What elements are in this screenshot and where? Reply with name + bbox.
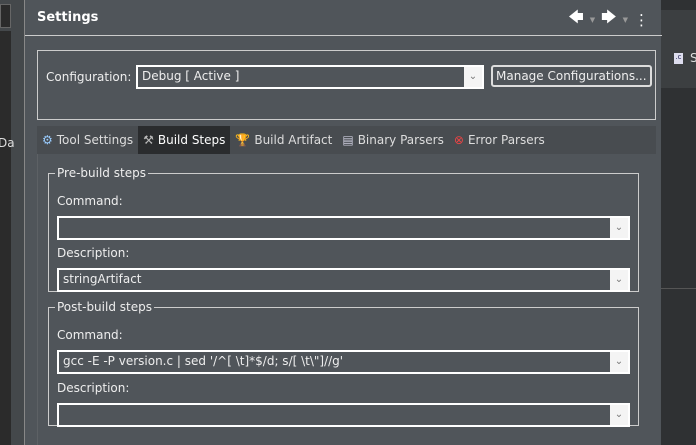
binary-file-icon: ▤: [342, 133, 354, 147]
chevron-down-icon[interactable]: ⌄: [610, 352, 628, 372]
post-description-label: Description:: [57, 381, 130, 395]
hammer-icon: ⚒: [143, 133, 154, 147]
tab-tool-settings[interactable]: ⚙ Tool Settings: [37, 126, 138, 154]
back-dropdown-icon[interactable]: ▼: [590, 16, 595, 24]
tab-label: Binary Parsers: [357, 133, 444, 147]
tab-label: Error Parsers: [467, 133, 545, 147]
left-panel: Da: [0, 0, 24, 445]
back-arrow-icon[interactable]: 🡄: [568, 7, 584, 32]
chevron-down-icon[interactable]: ⌄: [610, 218, 628, 238]
editor-tab[interactable]: .c S: [669, 46, 696, 70]
header-divider: [25, 35, 662, 36]
nav-toolbar: 🡄 ▼ 🡆 ▼ ⋮: [568, 7, 649, 32]
c-file-icon: .c: [674, 52, 683, 64]
tab-binary-parsers[interactable]: ▤ Binary Parsers: [337, 126, 449, 154]
error-icon: ⊗: [453, 133, 464, 147]
post-command-label: Command:: [57, 328, 123, 342]
settings-dialog: Settings 🡄 ▼ 🡆 ▼ ⋮ Configuration: Debug [ …: [24, 0, 662, 445]
editor-tab-label: S: [690, 51, 696, 65]
more-menu-icon[interactable]: ⋮: [634, 11, 649, 29]
pre-build-group: Pre-build steps Command: ⌄ Description: …: [48, 166, 639, 292]
configuration-value: Debug [ Active ]: [142, 69, 240, 83]
forward-arrow-icon[interactable]: 🡆: [601, 7, 617, 32]
tab-error-parsers[interactable]: ⊗ Error Parsers: [449, 126, 550, 154]
manage-configurations-button[interactable]: Manage Configurations...: [491, 65, 652, 87]
tab-label: Build Steps: [157, 133, 226, 147]
tab-build-steps[interactable]: ⚒ Build Steps: [138, 126, 231, 154]
dialog-title: Settings: [37, 10, 99, 25]
pre-command-label: Command:: [57, 194, 123, 208]
pre-description-label: Description:: [57, 246, 130, 260]
post-command-input[interactable]: gcc -E -P version.c | sed '/^[ \t]*$/d; …: [57, 350, 630, 374]
build-steps-page: Pre-build steps Command: ⌄ Description: …: [37, 154, 656, 445]
left-toolbar-field[interactable]: [0, 4, 11, 28]
chevron-down-icon[interactable]: ⌄: [610, 405, 628, 425]
configuration-group: Configuration: Debug [ Active ] ⌄ Manage…: [37, 50, 656, 120]
divider: [661, 288, 696, 289]
forward-dropdown-icon[interactable]: ▼: [623, 16, 628, 24]
right-panel: .c S: [661, 0, 696, 445]
configuration-select[interactable]: Debug [ Active ] ⌄: [136, 65, 484, 89]
left-partial-text: Da: [0, 136, 15, 150]
tab-label: Build Artifact: [254, 133, 333, 147]
gear-icon: ⚙: [42, 133, 53, 147]
pre-description-input[interactable]: stringArtifact ⌄: [57, 268, 630, 292]
pre-build-legend: Pre-build steps: [57, 166, 146, 180]
post-build-legend: Post-build steps: [57, 300, 152, 314]
configuration-label: Configuration:: [46, 70, 132, 84]
chevron-down-icon[interactable]: ⌄: [464, 67, 482, 87]
post-description-input[interactable]: ⌄: [57, 403, 630, 427]
post-command-value: gcc -E -P version.c | sed '/^[ \t]*$/d; …: [63, 354, 344, 368]
left-view: [0, 31, 11, 445]
post-build-group: Post-build steps Command: gcc -E -P vers…: [48, 300, 639, 427]
tab-label: Tool Settings: [56, 133, 134, 147]
pre-description-value: stringArtifact: [63, 272, 142, 286]
tab-bar: ⚙ Tool Settings ⚒ Build Steps 🏆 Build Artif…: [37, 126, 656, 154]
tab-build-artifact[interactable]: 🏆 Build Artifact: [230, 126, 337, 154]
chevron-down-icon[interactable]: ⌄: [610, 270, 628, 290]
trophy-icon: 🏆: [235, 133, 251, 147]
pre-command-input[interactable]: ⌄: [57, 216, 630, 240]
